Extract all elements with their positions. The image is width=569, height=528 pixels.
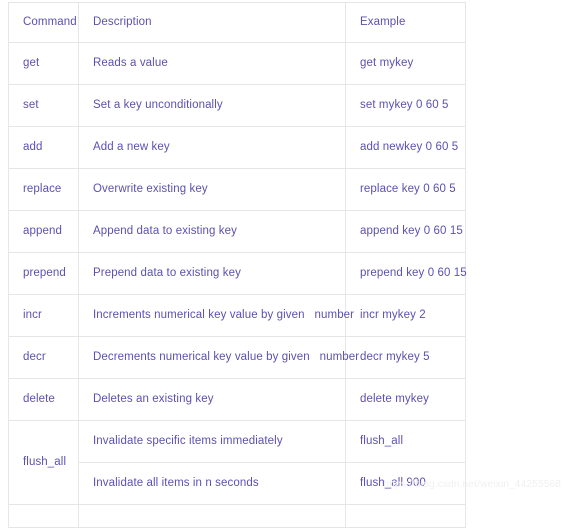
cell-example: get mykey xyxy=(345,42,466,85)
cell-example xyxy=(345,504,466,528)
cell-description: Overwrite existing key xyxy=(78,168,346,211)
cell-description: Invalidate all items in n seconds xyxy=(78,462,346,505)
cell-description: Set a key unconditionally xyxy=(78,84,346,127)
cell-command: replace xyxy=(8,168,79,211)
table-row: prepend Prepend data to existing key pre… xyxy=(8,252,467,295)
cell-command: add xyxy=(8,126,79,169)
cell-description: Append data to existing key xyxy=(78,210,346,253)
cell-description: Increments numerical key value by given … xyxy=(78,294,354,337)
column-header-description: Description xyxy=(78,2,346,43)
cell-example: decr mykey 5 xyxy=(345,336,466,379)
cell-description: Add a new key xyxy=(78,126,346,169)
cell-example: replace key 0 60 5 xyxy=(345,168,466,211)
cell-example: append key 0 60 15 xyxy=(345,210,466,253)
table-row: incr Increments numerical key value by g… xyxy=(8,294,466,337)
table-row: add Add a new key add newkey 0 60 5 xyxy=(8,126,466,169)
cell-command: set xyxy=(8,84,79,127)
table-row: append Append data to existing key appen… xyxy=(8,210,466,253)
cell-description: Invalidate specific items immediately xyxy=(78,420,346,463)
table-body: Command Description Example get Reads a … xyxy=(8,2,467,528)
memcached-commands-table: Command Description Example get Reads a … xyxy=(8,2,467,528)
table-row: replace Overwrite existing key replace k… xyxy=(8,168,466,211)
cell-example: delete mykey xyxy=(345,378,466,421)
table-row-partial xyxy=(8,504,466,528)
cell-command: get xyxy=(8,42,79,85)
table-row: decr Decrements numerical key value by g… xyxy=(8,336,466,379)
cell-example: flush_all 900 xyxy=(345,462,466,505)
column-header-example: Example xyxy=(345,2,466,43)
cell-example: prepend key 0 60 15 xyxy=(345,252,467,295)
cell-example: flush_all xyxy=(345,420,466,463)
table-row: delete Deletes an existing key delete my… xyxy=(8,378,466,421)
commands-table-container: Command Description Example get Reads a … xyxy=(8,2,467,528)
cell-command xyxy=(8,504,79,528)
cell-example: add newkey 0 60 5 xyxy=(345,126,466,169)
cell-example: incr mykey 2 xyxy=(345,294,466,337)
cell-description: Reads a value xyxy=(78,42,346,85)
cell-example: set mykey 0 60 5 xyxy=(345,84,466,127)
cell-command: prepend xyxy=(8,252,79,295)
cell-description xyxy=(78,504,346,528)
table-header-row: Command Description Example xyxy=(8,2,466,43)
cell-description: Deletes an existing key xyxy=(78,378,346,421)
cell-description: Prepend data to existing key xyxy=(78,252,346,295)
cell-command: delete xyxy=(8,378,79,421)
cell-command: decr xyxy=(8,336,79,379)
column-header-command: Command xyxy=(8,2,79,43)
cell-command-merged: flush_all xyxy=(8,420,79,505)
cell-description: Decrements numerical key value by given … xyxy=(78,336,359,379)
table-row: get Reads a value get mykey xyxy=(8,42,466,85)
table-row-flush-all-first: flush_all Invalidate specific items imme… xyxy=(8,420,466,505)
cell-command: append xyxy=(8,210,79,253)
table-row: set Set a key unconditionally set mykey … xyxy=(8,84,466,127)
cell-command: incr xyxy=(8,294,79,337)
